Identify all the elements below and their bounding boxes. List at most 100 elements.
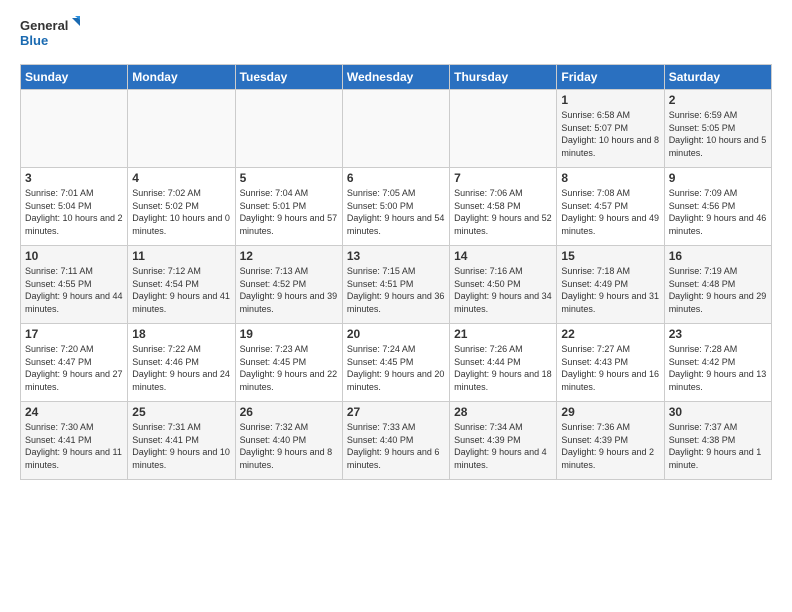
day-cell bbox=[21, 90, 128, 168]
day-cell: 26 Sunrise: 7:32 AM Sunset: 4:40 PM Dayli… bbox=[235, 402, 342, 480]
day-number: 25 bbox=[132, 405, 230, 419]
day-number: 22 bbox=[561, 327, 659, 341]
day-cell: 12 Sunrise: 7:13 AM Sunset: 4:52 PM Dayli… bbox=[235, 246, 342, 324]
day-cell: 2 Sunrise: 6:59 AM Sunset: 5:05 PM Daylig… bbox=[664, 90, 771, 168]
day-number: 28 bbox=[454, 405, 552, 419]
day-number: 30 bbox=[669, 405, 767, 419]
day-cell: 1 Sunrise: 6:58 AM Sunset: 5:07 PM Daylig… bbox=[557, 90, 664, 168]
day-info: Sunrise: 7:34 AM Sunset: 4:39 PM Dayligh… bbox=[454, 421, 552, 471]
day-cell: 16 Sunrise: 7:19 AM Sunset: 4:48 PM Dayli… bbox=[664, 246, 771, 324]
day-info: Sunrise: 7:36 AM Sunset: 4:39 PM Dayligh… bbox=[561, 421, 659, 471]
day-number: 11 bbox=[132, 249, 230, 263]
day-cell: 24 Sunrise: 7:30 AM Sunset: 4:41 PM Dayli… bbox=[21, 402, 128, 480]
day-number: 16 bbox=[669, 249, 767, 263]
day-info: Sunrise: 7:28 AM Sunset: 4:42 PM Dayligh… bbox=[669, 343, 767, 393]
day-cell: 6 Sunrise: 7:05 AM Sunset: 5:00 PM Daylig… bbox=[342, 168, 449, 246]
weekday-header-saturday: Saturday bbox=[664, 65, 771, 90]
day-number: 15 bbox=[561, 249, 659, 263]
week-row-5: 24 Sunrise: 7:30 AM Sunset: 4:41 PM Dayli… bbox=[21, 402, 772, 480]
day-number: 6 bbox=[347, 171, 445, 185]
day-info: Sunrise: 7:02 AM Sunset: 5:02 PM Dayligh… bbox=[132, 187, 230, 237]
day-info: Sunrise: 7:20 AM Sunset: 4:47 PM Dayligh… bbox=[25, 343, 123, 393]
day-info: Sunrise: 7:19 AM Sunset: 4:48 PM Dayligh… bbox=[669, 265, 767, 315]
day-number: 2 bbox=[669, 93, 767, 107]
day-number: 4 bbox=[132, 171, 230, 185]
weekday-header-wednesday: Wednesday bbox=[342, 65, 449, 90]
day-cell: 9 Sunrise: 7:09 AM Sunset: 4:56 PM Daylig… bbox=[664, 168, 771, 246]
day-info: Sunrise: 7:05 AM Sunset: 5:00 PM Dayligh… bbox=[347, 187, 445, 237]
day-info: Sunrise: 7:16 AM Sunset: 4:50 PM Dayligh… bbox=[454, 265, 552, 315]
day-info: Sunrise: 7:23 AM Sunset: 4:45 PM Dayligh… bbox=[240, 343, 338, 393]
day-info: Sunrise: 7:13 AM Sunset: 4:52 PM Dayligh… bbox=[240, 265, 338, 315]
day-info: Sunrise: 7:04 AM Sunset: 5:01 PM Dayligh… bbox=[240, 187, 338, 237]
week-row-3: 10 Sunrise: 7:11 AM Sunset: 4:55 PM Dayli… bbox=[21, 246, 772, 324]
day-cell: 23 Sunrise: 7:28 AM Sunset: 4:42 PM Dayli… bbox=[664, 324, 771, 402]
week-row-2: 3 Sunrise: 7:01 AM Sunset: 5:04 PM Daylig… bbox=[21, 168, 772, 246]
day-number: 13 bbox=[347, 249, 445, 263]
day-cell: 18 Sunrise: 7:22 AM Sunset: 4:46 PM Dayli… bbox=[128, 324, 235, 402]
weekday-header-row: SundayMondayTuesdayWednesdayThursdayFrid… bbox=[21, 65, 772, 90]
day-cell: 27Sunrise: 7:33 AM Sunset: 4:40 PM Dayli… bbox=[342, 402, 449, 480]
day-cell: 5 Sunrise: 7:04 AM Sunset: 5:01 PM Daylig… bbox=[235, 168, 342, 246]
day-info: Sunrise: 6:58 AM Sunset: 5:07 PM Dayligh… bbox=[561, 109, 659, 159]
day-number: 3 bbox=[25, 171, 123, 185]
day-cell: 3 Sunrise: 7:01 AM Sunset: 5:04 PM Daylig… bbox=[21, 168, 128, 246]
day-number: 12 bbox=[240, 249, 338, 263]
day-number: 7 bbox=[454, 171, 552, 185]
weekday-header-sunday: Sunday bbox=[21, 65, 128, 90]
day-number: 10 bbox=[25, 249, 123, 263]
day-number: 26 bbox=[240, 405, 338, 419]
day-cell: 17 Sunrise: 7:20 AM Sunset: 4:47 PM Dayli… bbox=[21, 324, 128, 402]
day-info: Sunrise: 6:59 AM Sunset: 5:05 PM Dayligh… bbox=[669, 109, 767, 159]
day-cell: 11Sunrise: 7:12 AM Sunset: 4:54 PM Dayli… bbox=[128, 246, 235, 324]
day-number: 29 bbox=[561, 405, 659, 419]
day-cell: 15Sunrise: 7:18 AM Sunset: 4:49 PM Dayli… bbox=[557, 246, 664, 324]
week-row-4: 17 Sunrise: 7:20 AM Sunset: 4:47 PM Dayli… bbox=[21, 324, 772, 402]
day-cell: 8Sunrise: 7:08 AM Sunset: 4:57 PM Daylig… bbox=[557, 168, 664, 246]
day-info: Sunrise: 7:22 AM Sunset: 4:46 PM Dayligh… bbox=[132, 343, 230, 393]
day-cell: 7Sunrise: 7:06 AM Sunset: 4:58 PM Daylig… bbox=[450, 168, 557, 246]
day-number: 17 bbox=[25, 327, 123, 341]
header-area: General Blue bbox=[20, 16, 772, 54]
svg-text:General: General bbox=[20, 18, 68, 33]
day-number: 5 bbox=[240, 171, 338, 185]
day-info: Sunrise: 7:32 AM Sunset: 4:40 PM Dayligh… bbox=[240, 421, 338, 471]
day-cell bbox=[342, 90, 449, 168]
day-info: Sunrise: 7:37 AM Sunset: 4:38 PM Dayligh… bbox=[669, 421, 767, 471]
calendar-table: SundayMondayTuesdayWednesdayThursdayFrid… bbox=[20, 64, 772, 480]
day-cell: 29 Sunrise: 7:36 AM Sunset: 4:39 PM Dayli… bbox=[557, 402, 664, 480]
day-number: 24 bbox=[25, 405, 123, 419]
day-cell bbox=[235, 90, 342, 168]
day-number: 21 bbox=[454, 327, 552, 341]
day-info: Sunrise: 7:33 AM Sunset: 4:40 PM Dayligh… bbox=[347, 421, 445, 471]
day-info: Sunrise: 7:09 AM Sunset: 4:56 PM Dayligh… bbox=[669, 187, 767, 237]
day-cell bbox=[450, 90, 557, 168]
day-info: Sunrise: 7:15 AM Sunset: 4:51 PM Dayligh… bbox=[347, 265, 445, 315]
page: General Blue SundayMondayTuesdayWednesda… bbox=[0, 0, 792, 490]
day-cell: 20Sunrise: 7:24 AM Sunset: 4:45 PM Dayli… bbox=[342, 324, 449, 402]
day-info: Sunrise: 7:01 AM Sunset: 5:04 PM Dayligh… bbox=[25, 187, 123, 237]
day-number: 23 bbox=[669, 327, 767, 341]
logo-svg: General Blue bbox=[20, 16, 80, 54]
day-cell: 19Sunrise: 7:23 AM Sunset: 4:45 PM Dayli… bbox=[235, 324, 342, 402]
day-info: Sunrise: 7:08 AM Sunset: 4:57 PM Dayligh… bbox=[561, 187, 659, 237]
day-cell: 28 Sunrise: 7:34 AM Sunset: 4:39 PM Dayli… bbox=[450, 402, 557, 480]
day-info: Sunrise: 7:24 AM Sunset: 4:45 PM Dayligh… bbox=[347, 343, 445, 393]
day-cell: 13 Sunrise: 7:15 AM Sunset: 4:51 PM Dayli… bbox=[342, 246, 449, 324]
day-info: Sunrise: 7:30 AM Sunset: 4:41 PM Dayligh… bbox=[25, 421, 123, 471]
logo: General Blue bbox=[20, 16, 80, 54]
day-number: 14 bbox=[454, 249, 552, 263]
weekday-header-monday: Monday bbox=[128, 65, 235, 90]
day-info: Sunrise: 7:31 AM Sunset: 4:41 PM Dayligh… bbox=[132, 421, 230, 471]
day-number: 18 bbox=[132, 327, 230, 341]
svg-text:Blue: Blue bbox=[20, 33, 48, 48]
day-cell bbox=[128, 90, 235, 168]
day-cell: 21Sunrise: 7:26 AM Sunset: 4:44 PM Dayli… bbox=[450, 324, 557, 402]
day-cell: 25 Sunrise: 7:31 AM Sunset: 4:41 PM Dayli… bbox=[128, 402, 235, 480]
day-number: 1 bbox=[561, 93, 659, 107]
weekday-header-thursday: Thursday bbox=[450, 65, 557, 90]
week-row-1: 1 Sunrise: 6:58 AM Sunset: 5:07 PM Daylig… bbox=[21, 90, 772, 168]
day-number: 9 bbox=[669, 171, 767, 185]
day-info: Sunrise: 7:11 AM Sunset: 4:55 PM Dayligh… bbox=[25, 265, 123, 315]
weekday-header-tuesday: Tuesday bbox=[235, 65, 342, 90]
